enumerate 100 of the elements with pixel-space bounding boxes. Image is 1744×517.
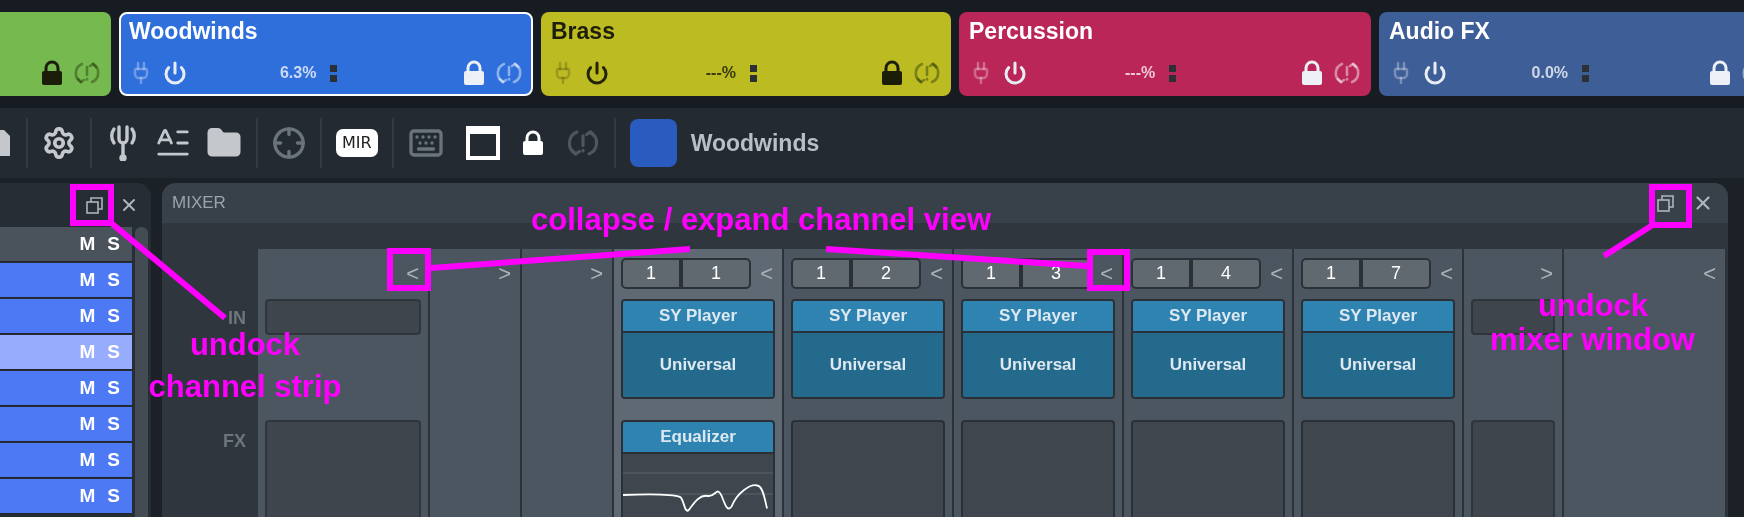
undock-icon[interactable] xyxy=(85,195,105,215)
mute-button[interactable]: M xyxy=(79,301,96,331)
crosshair-icon[interactable] xyxy=(272,126,306,160)
channel-number-button[interactable]: 4 xyxy=(1191,258,1261,289)
level-meter xyxy=(1169,64,1177,82)
collapse-toggle[interactable]: < xyxy=(758,262,775,285)
undock-icon[interactable] xyxy=(1656,193,1676,213)
level-meter xyxy=(1582,64,1589,82)
fx-name: Equalizer xyxy=(660,426,736,449)
mir-badge[interactable]: MIR xyxy=(336,129,378,157)
callout-box xyxy=(387,248,431,291)
mute-button[interactable]: M xyxy=(79,373,96,403)
callout-text: channel strip xyxy=(147,370,343,404)
scrollbar[interactable] xyxy=(135,227,148,517)
track-card[interactable] xyxy=(0,12,111,96)
track-row[interactable]: M S xyxy=(0,335,132,370)
instrument-name: SY Player xyxy=(658,305,738,328)
channel-number-button[interactable]: 1 xyxy=(681,258,751,289)
track-card[interactable]: Woodwinds 6.3% xyxy=(119,12,533,96)
track-row[interactable]: M S xyxy=(0,407,132,442)
track-title: Brass xyxy=(551,16,615,46)
power-icon[interactable] xyxy=(1003,61,1027,85)
track-row[interactable]: M S xyxy=(0,371,132,406)
collapse-toggle[interactable]: < xyxy=(404,262,421,285)
instrument-color-swatch[interactable] xyxy=(629,119,677,167)
instrument-slot[interactable]: SY Player Universal xyxy=(961,299,1115,399)
mute-button[interactable]: M xyxy=(79,337,96,367)
track-card[interactable]: Brass ---% xyxy=(541,12,951,96)
channel-number-button[interactable]: 7 xyxy=(1361,258,1431,289)
collapse-toggle[interactable]: > xyxy=(588,262,605,285)
track-card[interactable]: Audio FX 0.0% xyxy=(1379,12,1744,96)
track-card[interactable]: Percussion ---% xyxy=(959,12,1371,96)
instrument-name: SY Player xyxy=(1168,305,1248,328)
solo-button[interactable]: S xyxy=(107,409,120,439)
power-icon[interactable] xyxy=(1423,61,1447,85)
solo-button[interactable]: S xyxy=(107,445,120,475)
callout-text: undock xyxy=(1536,289,1650,323)
callout-line xyxy=(1602,223,1653,259)
instrument-name: SY Player xyxy=(828,305,908,328)
panel-title: MIXER xyxy=(172,192,226,215)
power-icon[interactable] xyxy=(585,61,609,85)
collapse-toggle[interactable]: < xyxy=(1098,262,1115,285)
lock-icon[interactable] xyxy=(521,130,544,156)
window-icon[interactable] xyxy=(465,126,500,160)
fx-slot[interactable]: Equalizer xyxy=(621,420,775,517)
callout-box xyxy=(70,184,114,226)
preset-name: Universal xyxy=(1169,354,1247,377)
track-row[interactable]: M S xyxy=(0,227,132,262)
instrument-name: SY Player xyxy=(1338,305,1418,328)
solo-button[interactable]: S xyxy=(107,301,120,331)
track-row[interactable]: M S xyxy=(0,299,132,334)
mute-button[interactable]: M xyxy=(79,445,96,475)
instrument-slot[interactable]: SY Player Universal xyxy=(621,299,775,399)
channel-number-button[interactable]: 1 xyxy=(1301,258,1361,289)
solo-button[interactable]: S xyxy=(107,337,120,367)
mute-button[interactable]: M xyxy=(79,409,96,439)
channel-number-button[interactable]: 1 xyxy=(621,258,681,289)
collapse-toggle[interactable]: < xyxy=(1438,262,1455,285)
row-label: IN xyxy=(228,307,246,330)
power-icon[interactable] xyxy=(163,61,187,85)
track-title: Audio FX xyxy=(1389,16,1490,46)
callout-box xyxy=(1087,249,1130,291)
solo-button[interactable]: S xyxy=(107,229,120,259)
cpu-reading: 6.3% xyxy=(279,63,317,83)
channel-number-button[interactable]: 1 xyxy=(791,258,851,289)
cpu-reading: 0.0% xyxy=(1531,63,1568,83)
mute-button[interactable]: M xyxy=(79,265,96,295)
cpu-reading: ---% xyxy=(705,63,736,83)
mute-button[interactable]: M xyxy=(79,229,96,259)
row-label: FX xyxy=(223,430,246,453)
mute-button[interactable]: M xyxy=(79,481,96,511)
preset-name: Universal xyxy=(1339,354,1417,377)
level-meter xyxy=(750,64,757,82)
track-title: Percussion xyxy=(969,16,1093,46)
solo-button[interactable]: S xyxy=(107,373,120,403)
track-row[interactable]: M S xyxy=(0,443,132,478)
solo-button[interactable]: S xyxy=(107,265,120,295)
lock-icon[interactable] xyxy=(881,60,903,86)
cpu-reading: ---% xyxy=(1125,63,1156,83)
track-row[interactable]: M S xyxy=(0,263,132,298)
settings-icon[interactable] xyxy=(42,126,76,160)
channel-number-button[interactable]: 1 xyxy=(1131,258,1191,289)
lock-icon[interactable] xyxy=(41,60,63,86)
collapse-toggle[interactable]: < xyxy=(928,262,945,285)
solo-button[interactable]: S xyxy=(107,481,120,511)
channel-number-button[interactable]: 2 xyxy=(851,258,921,289)
instrument-slot[interactable]: SY Player Universal xyxy=(791,299,945,399)
instrument-slot[interactable]: SY Player Universal xyxy=(1301,299,1455,399)
callout-text: collapse / expand channel view xyxy=(530,203,992,237)
preset-name: Universal xyxy=(999,354,1077,377)
collapse-toggle[interactable]: < xyxy=(1701,262,1718,285)
callout-text: undock xyxy=(188,328,302,362)
preset-name: Universal xyxy=(659,354,737,377)
instrument-slot[interactable]: SY Player Universal xyxy=(1131,299,1285,399)
track-row[interactable]: M S xyxy=(0,479,132,514)
collapse-toggle[interactable]: > xyxy=(1538,262,1555,285)
instrument-name: SY Player xyxy=(998,305,1078,328)
collapse-toggle[interactable]: > xyxy=(496,262,513,285)
preset-name: Universal xyxy=(829,354,907,377)
collapse-toggle[interactable]: < xyxy=(1268,262,1285,285)
